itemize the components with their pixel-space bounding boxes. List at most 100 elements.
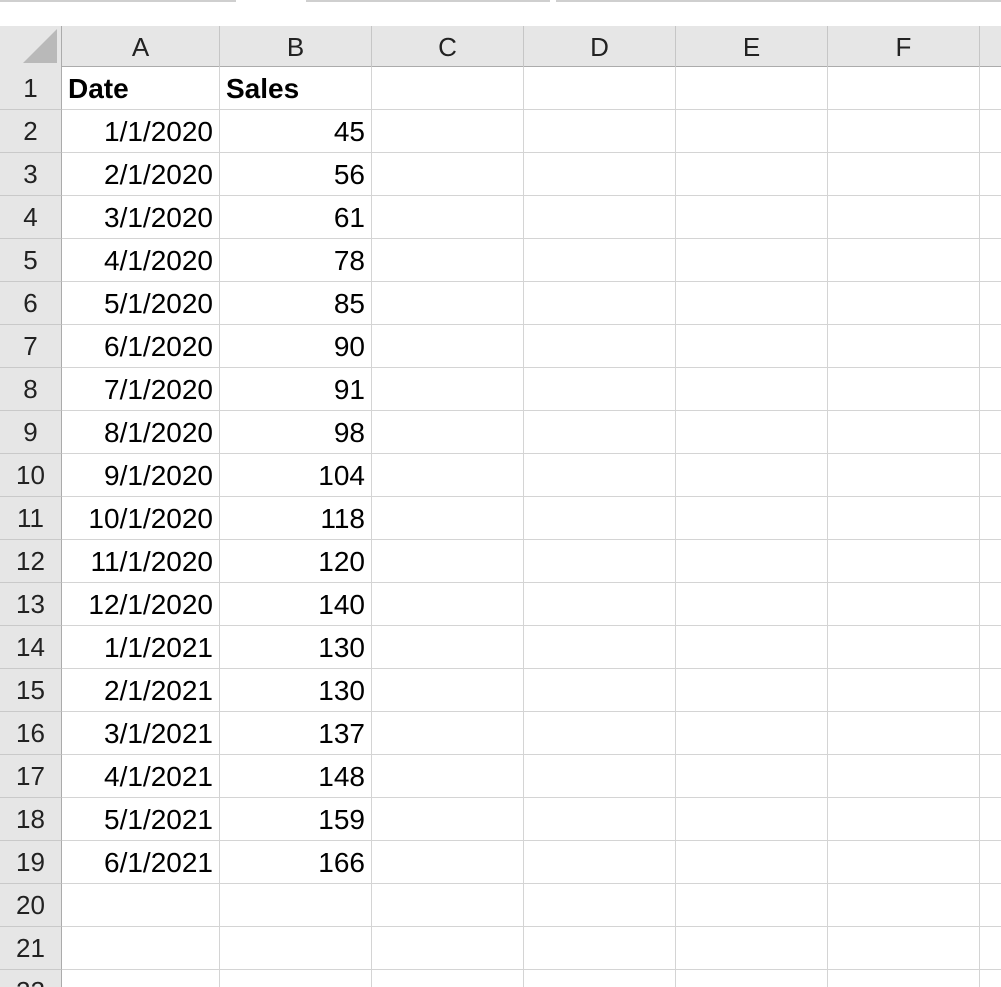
cell-d[interactable] bbox=[524, 454, 676, 497]
cell-e[interactable] bbox=[676, 927, 828, 970]
cell-a[interactable]: 1/1/2020 bbox=[62, 110, 220, 153]
cell-a[interactable]: 2/1/2020 bbox=[62, 153, 220, 196]
cell-f[interactable] bbox=[828, 669, 980, 712]
row-header[interactable]: 14 bbox=[0, 626, 62, 669]
cell-g[interactable] bbox=[980, 239, 1001, 282]
cell-b[interactable]: 148 bbox=[220, 755, 372, 798]
cell-e[interactable] bbox=[676, 196, 828, 239]
cell-b[interactable]: 98 bbox=[220, 411, 372, 454]
cell-d[interactable] bbox=[524, 798, 676, 841]
cell-d[interactable] bbox=[524, 712, 676, 755]
cell-e[interactable] bbox=[676, 540, 828, 583]
row-header[interactable]: 21 bbox=[0, 927, 62, 970]
cell-f[interactable] bbox=[828, 583, 980, 626]
row-header[interactable]: 2 bbox=[0, 110, 62, 153]
cell-d[interactable] bbox=[524, 841, 676, 884]
cell-c[interactable] bbox=[372, 67, 524, 110]
cell-b[interactable]: 45 bbox=[220, 110, 372, 153]
cell-c[interactable] bbox=[372, 626, 524, 669]
cell-a[interactable]: 5/1/2021 bbox=[62, 798, 220, 841]
cell-d[interactable] bbox=[524, 884, 676, 927]
row-header[interactable]: 16 bbox=[0, 712, 62, 755]
cell-f[interactable] bbox=[828, 884, 980, 927]
cell-d[interactable] bbox=[524, 411, 676, 454]
cell-a[interactable]: 3/1/2021 bbox=[62, 712, 220, 755]
cell-a[interactable] bbox=[62, 970, 220, 987]
cell-c[interactable] bbox=[372, 497, 524, 540]
cell-c[interactable] bbox=[372, 884, 524, 927]
row-header[interactable]: 19 bbox=[0, 841, 62, 884]
cell-b[interactable] bbox=[220, 927, 372, 970]
cell-a[interactable]: 1/1/2021 bbox=[62, 626, 220, 669]
cell-d[interactable] bbox=[524, 669, 676, 712]
cell-e[interactable] bbox=[676, 798, 828, 841]
cell-g[interactable] bbox=[980, 798, 1001, 841]
cell-f[interactable] bbox=[828, 368, 980, 411]
row-header[interactable]: 15 bbox=[0, 669, 62, 712]
cell-a[interactable] bbox=[62, 884, 220, 927]
cell-b[interactable]: 130 bbox=[220, 669, 372, 712]
cell-f[interactable] bbox=[828, 411, 980, 454]
cell-c[interactable] bbox=[372, 368, 524, 411]
cell-b[interactable]: 140 bbox=[220, 583, 372, 626]
cell-e[interactable] bbox=[676, 110, 828, 153]
cell-e[interactable] bbox=[676, 411, 828, 454]
cell-c[interactable] bbox=[372, 970, 524, 987]
cell-d[interactable] bbox=[524, 282, 676, 325]
cell-c[interactable] bbox=[372, 583, 524, 626]
cell-a[interactable]: 4/1/2020 bbox=[62, 239, 220, 282]
column-header-b[interactable]: B bbox=[220, 26, 372, 67]
cell-d[interactable] bbox=[524, 153, 676, 196]
cell-f[interactable] bbox=[828, 626, 980, 669]
cell-a[interactable]: 9/1/2020 bbox=[62, 454, 220, 497]
cell-a[interactable]: 10/1/2020 bbox=[62, 497, 220, 540]
row-header[interactable]: 11 bbox=[0, 497, 62, 540]
cell-e[interactable] bbox=[676, 583, 828, 626]
cell-a[interactable]: 4/1/2021 bbox=[62, 755, 220, 798]
cell-e[interactable] bbox=[676, 497, 828, 540]
cell-f[interactable] bbox=[828, 454, 980, 497]
cell-g[interactable] bbox=[980, 841, 1001, 884]
cell-e[interactable] bbox=[676, 626, 828, 669]
cell-b[interactable]: 166 bbox=[220, 841, 372, 884]
cell-g[interactable] bbox=[980, 540, 1001, 583]
cell-a[interactable]: Date bbox=[62, 67, 220, 110]
cell-c[interactable] bbox=[372, 196, 524, 239]
cell-g[interactable] bbox=[980, 454, 1001, 497]
cell-g[interactable] bbox=[980, 67, 1001, 110]
column-header-g[interactable] bbox=[980, 26, 1001, 67]
cell-d[interactable] bbox=[524, 368, 676, 411]
cell-g[interactable] bbox=[980, 669, 1001, 712]
cell-b[interactable]: 56 bbox=[220, 153, 372, 196]
cell-e[interactable] bbox=[676, 884, 828, 927]
column-header-e[interactable]: E bbox=[676, 26, 828, 67]
cell-b[interactable]: 90 bbox=[220, 325, 372, 368]
cell-e[interactable] bbox=[676, 67, 828, 110]
cell-b[interactable]: 85 bbox=[220, 282, 372, 325]
cell-c[interactable] bbox=[372, 669, 524, 712]
cell-c[interactable] bbox=[372, 540, 524, 583]
cell-e[interactable] bbox=[676, 153, 828, 196]
cell-g[interactable] bbox=[980, 110, 1001, 153]
cell-e[interactable] bbox=[676, 325, 828, 368]
cell-a[interactable]: 11/1/2020 bbox=[62, 540, 220, 583]
cell-f[interactable] bbox=[828, 755, 980, 798]
cell-b[interactable]: 78 bbox=[220, 239, 372, 282]
cell-c[interactable] bbox=[372, 153, 524, 196]
cell-e[interactable] bbox=[676, 712, 828, 755]
cell-c[interactable] bbox=[372, 282, 524, 325]
row-header[interactable]: 9 bbox=[0, 411, 62, 454]
cell-a[interactable]: 12/1/2020 bbox=[62, 583, 220, 626]
cell-b[interactable]: 137 bbox=[220, 712, 372, 755]
cell-g[interactable] bbox=[980, 196, 1001, 239]
cell-a[interactable]: 8/1/2020 bbox=[62, 411, 220, 454]
cell-f[interactable] bbox=[828, 970, 980, 987]
row-header[interactable]: 3 bbox=[0, 153, 62, 196]
cell-d[interactable] bbox=[524, 755, 676, 798]
cell-c[interactable] bbox=[372, 927, 524, 970]
row-header[interactable]: 1 bbox=[0, 67, 62, 110]
cell-f[interactable] bbox=[828, 282, 980, 325]
cell-g[interactable] bbox=[980, 927, 1001, 970]
cell-d[interactable] bbox=[524, 325, 676, 368]
cell-f[interactable] bbox=[828, 239, 980, 282]
